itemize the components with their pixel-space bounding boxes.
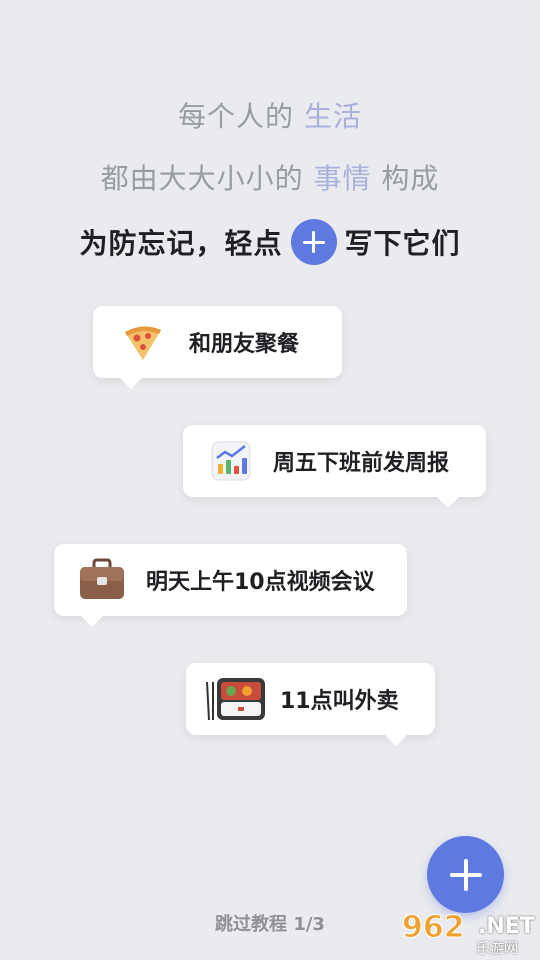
chart-icon xyxy=(205,435,257,487)
intro-line-2-text: 都由大大小小的 xyxy=(100,162,314,195)
example-bubble-dinner: 和朋友聚餐 xyxy=(93,306,342,389)
intro-line-1-text: 每个人的 xyxy=(178,100,304,133)
intro-highlight-things: 事情 xyxy=(313,162,372,195)
example-bubble-video-meeting: 明天上午10点视频会议 xyxy=(54,544,407,627)
intro-line-3-suffix: 写下它们 xyxy=(344,227,461,260)
example-bubble-weekly-report: 周五下班前发周报 xyxy=(183,425,486,508)
briefcase-icon xyxy=(76,554,128,606)
bubble-text: 周五下班前发周报 xyxy=(273,451,450,476)
intro-line-2-suffix: 构成 xyxy=(371,162,440,195)
bubble-text: 11点叫外卖 xyxy=(280,689,399,714)
bubble-tail xyxy=(120,378,142,389)
intro-highlight-life: 生活 xyxy=(303,100,362,133)
bubble-tail xyxy=(385,735,407,746)
intro-line-1: 每个人的 生活 xyxy=(0,95,540,135)
bubble-text: 和朋友聚餐 xyxy=(189,332,300,357)
bento-icon xyxy=(202,673,268,725)
watermark-sub: 乐游网 xyxy=(476,941,518,957)
bubble-text: 明天上午10点视频会议 xyxy=(146,570,375,595)
plus-icon xyxy=(290,219,337,265)
bubble-tail xyxy=(81,616,103,627)
watermark-logo: 962 .NET 乐游网 xyxy=(400,910,538,958)
add-button[interactable] xyxy=(427,836,504,913)
bubble-tail xyxy=(437,497,459,508)
example-bubble-takeout: 11点叫外卖 xyxy=(186,663,435,746)
intro-line-3-prefix: 为防忘记，轻点 xyxy=(79,227,283,260)
watermark-main: 962 xyxy=(402,910,466,946)
watermark-net: .NET xyxy=(478,914,535,939)
intro-line-3: 为防忘记，轻点 写下它们 xyxy=(0,219,540,265)
pizza-icon xyxy=(117,316,169,368)
intro-line-2: 都由大大小小的 事情 构成 xyxy=(0,157,540,197)
